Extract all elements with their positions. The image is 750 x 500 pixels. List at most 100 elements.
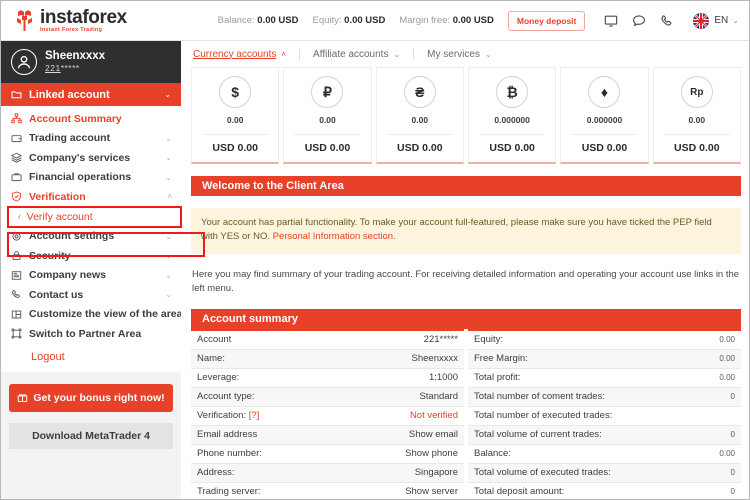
sidebar-label: Switch to Partner Area <box>29 327 142 340</box>
monitor-icon[interactable] <box>603 13 618 28</box>
show-phone-link[interactable]: Show phone <box>405 448 458 459</box>
sidebar-item-switch-partner-area[interactable]: Switch to Partner Area <box>1 324 181 344</box>
chevron-down-icon: ⌄ <box>484 49 492 59</box>
row-key: Balance: <box>474 448 511 460</box>
brand-logo[interactable]: instaforex Instant Forex Trading <box>15 8 127 34</box>
linked-account-label: Linked account <box>29 88 110 101</box>
currency-card-uah[interactable]: ₴ 0.00 USD 0.00 <box>375 67 464 164</box>
table-row: Total deposit amount: 0 <box>468 482 741 499</box>
currency-card-rub[interactable]: ₽ 0.00 USD 0.00 <box>283 67 372 164</box>
chevron-down-icon: ⌄ <box>164 90 171 99</box>
currency-card-eth[interactable]: ♦ 0.000000 USD 0.00 <box>560 67 649 164</box>
download-metatrader-button[interactable]: Download MetaTrader 4 <box>9 422 173 449</box>
row-value: 0.00 <box>719 335 735 345</box>
chevron-down-icon: ⌄ <box>165 290 172 300</box>
margin-free-value: 0.00 USD <box>452 15 494 26</box>
wallet-icon <box>10 133 23 144</box>
table-row: Phone number: Show phone <box>191 444 464 464</box>
currency-card-idr[interactable]: Rp 0.00 USD 0.00 <box>652 67 741 164</box>
row-key: Total profit: <box>474 372 521 384</box>
sidebar-item-companys-services[interactable]: Company's services ⌄ <box>1 148 181 168</box>
account-summary-title: Account summary <box>202 312 298 325</box>
sidebar-label: Account Summary <box>29 112 122 125</box>
chevron-down-icon: ⌄ <box>165 153 172 163</box>
rub-icon: ₽ <box>311 76 344 108</box>
tab-affiliate-accounts[interactable]: Affiliate accounts ⌄ <box>313 49 413 60</box>
bonus-label: Get your bonus right now! <box>33 391 165 404</box>
table-row: Total volume of executed trades: 0 <box>468 463 741 483</box>
user-account-id: 221***** <box>45 63 105 74</box>
sidebar-item-account-summary[interactable]: Account Summary <box>1 109 181 129</box>
sidebar-label: Company news <box>29 269 107 282</box>
sidebar-label: Security <box>29 249 71 262</box>
metatrader-label: Download MetaTrader 4 <box>32 429 150 442</box>
card-amount: 0.000000 <box>494 115 530 125</box>
sidebar-item-contact-us[interactable]: Contact us ⌄ <box>1 285 181 305</box>
tab-label: Affiliate accounts <box>313 48 389 60</box>
sidebar-item-verification[interactable]: Verification ˄ <box>1 187 181 207</box>
currency-card-usd[interactable]: $ 0.00 USD 0.00 <box>191 67 280 164</box>
top-header-bar: instaforex Instant Forex Trading Balance… <box>1 1 749 41</box>
sidebar-item-security[interactable]: Security ⌄ <box>1 246 181 266</box>
user-profile-box[interactable]: Sheenxxxx 221***** <box>1 41 181 83</box>
warning-message-box: Your account has partial functionality. … <box>191 208 741 254</box>
logout-link[interactable]: Logout <box>31 351 65 363</box>
sidebar-label: Customize the view of the area <box>29 308 183 321</box>
sidebar-item-financial-operations[interactable]: Financial operations ⌄ <box>1 168 181 188</box>
show-server-link[interactable]: Show server <box>405 486 458 497</box>
chevron-up-icon: ˄ <box>281 49 287 59</box>
personal-information-link[interactable]: Personal Information section. <box>273 231 396 242</box>
card-usd-value: USD 0.00 <box>397 142 443 154</box>
row-value: 0.00 <box>719 354 735 364</box>
row-key: Account <box>197 334 232 346</box>
sidebar-label: Account settings <box>29 230 115 243</box>
card-usd-value: USD 0.00 <box>581 142 628 154</box>
user-id-prefix: 221 <box>45 63 61 74</box>
sidebar-item-trading-account[interactable]: Trading account ⌄ <box>1 129 181 149</box>
row-key: Leverage: <box>197 372 240 384</box>
usd-icon: $ <box>219 76 252 108</box>
row-key: Free Margin: <box>474 353 528 365</box>
card-amount: 0.00 <box>411 115 429 125</box>
welcome-banner: Welcome to the Client Area <box>191 176 741 196</box>
btc-icon: ₿ <box>496 76 529 108</box>
layers-icon <box>10 152 23 163</box>
language-selector[interactable]: EN ⌄ <box>693 12 739 29</box>
table-row: Total volume of current trades: 0 <box>468 425 741 445</box>
chevron-down-icon: ⌄ <box>165 133 172 143</box>
phone-icon[interactable] <box>659 13 674 28</box>
tab-my-services[interactable]: My services ⌄ <box>427 49 505 60</box>
money-deposit-button[interactable]: Money deposit <box>507 10 586 31</box>
equity-value: 0.00 USD <box>344 15 386 26</box>
currency-card-btc[interactable]: ₿ 0.000000 USD 0.00 <box>467 67 557 164</box>
chevron-down-icon: ⌄ <box>732 16 739 25</box>
chat-icon[interactable] <box>631 13 646 28</box>
row-key: Total number of executed trades: <box>474 410 613 422</box>
account-tabs: Currency accounts ˄ Affiliate accounts ⌄… <box>187 41 745 67</box>
logout-row[interactable]: Logout <box>1 344 181 370</box>
table-row: Equity: 0.00 <box>468 330 741 350</box>
sidebar-item-customize-view[interactable]: Customize the view of the area <box>1 305 183 325</box>
chevron-down-icon: ⌄ <box>165 172 172 182</box>
summary-table-right: Equity: 0.00 Free Margin: 0.00 Total pro… <box>468 328 741 499</box>
row-value: 0.00 <box>719 373 735 383</box>
sidebar-item-account-settings[interactable]: Account settings ⌄ <box>1 227 181 247</box>
chevron-down-icon: ⌄ <box>393 49 401 59</box>
sidebar-item-company-news[interactable]: Company news ⌄ <box>1 266 181 286</box>
tab-currency-accounts[interactable]: Currency accounts ˄ <box>193 49 299 60</box>
row-key: Trading server: <box>197 486 261 498</box>
help-hint-icon[interactable]: [?] <box>249 410 260 421</box>
balance-label: Balance: <box>217 15 255 26</box>
sidebar-subitem-verify-account[interactable]: ‹ Verify account <box>1 207 181 227</box>
user-name: Sheenxxxx <box>45 50 106 62</box>
sidebar-item-linked-account[interactable]: Linked account ⌄ <box>1 83 181 106</box>
row-value: 0 <box>730 392 735 402</box>
tab-label: My services <box>427 48 480 60</box>
card-usd-value: USD 0.00 <box>212 142 258 154</box>
table-row: Trading server: Show server <box>191 482 464 499</box>
table-row: Total profit: 0.00 <box>468 368 741 388</box>
table-row: Name: Sheenxxxx <box>191 349 464 369</box>
get-bonus-button[interactable]: Get your bonus right now! <box>9 383 173 412</box>
equity-label: Equity: <box>312 15 342 26</box>
show-email-link[interactable]: Show email <box>409 429 458 440</box>
